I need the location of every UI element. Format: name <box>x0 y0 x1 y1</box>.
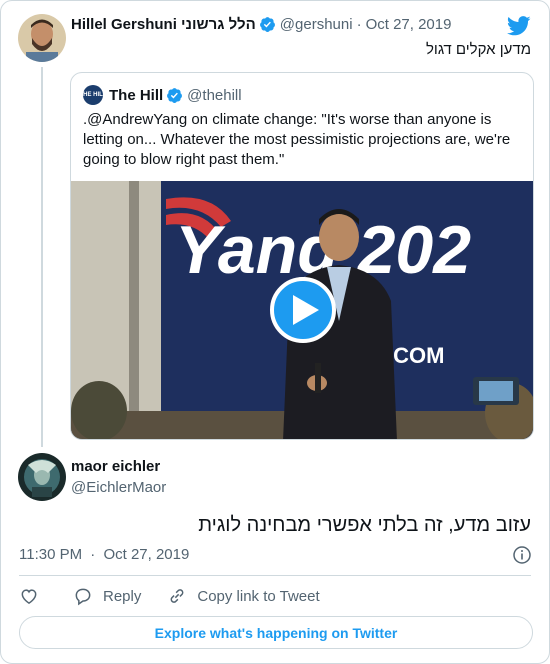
reply-label: Reply <box>103 587 142 605</box>
quoted-tweet[interactable]: THE HILL The Hill @thehill .@AndrewYang … <box>70 72 534 440</box>
avatar[interactable] <box>18 14 66 62</box>
reply-author-handle[interactable]: @EichlerMaor <box>71 479 166 496</box>
quoted-author-handle[interactable]: @thehill <box>187 87 241 104</box>
reply-date[interactable]: Oct 27, 2019 <box>103 546 189 563</box>
author-name[interactable]: Hillel Gershuni הלל גרשוני <box>71 16 256 33</box>
reply-author-name[interactable]: maor eichler <box>71 458 160 475</box>
twitter-bird-icon[interactable] <box>507 16 531 36</box>
video-thumbnail[interactable]: Yang 202 .COM <box>71 181 533 439</box>
play-icon <box>293 295 319 325</box>
reply-time[interactable]: 11:30 PM <box>19 546 82 563</box>
avatar[interactable] <box>18 453 66 501</box>
copy-link-label: Copy link to Tweet <box>197 587 320 605</box>
parent-tweet-text: מדען אקלים דגול <box>425 41 531 58</box>
reply-button[interactable]: Reply <box>73 586 141 606</box>
parent-tweet-header: Hillel Gershuni הלל גרשוני @gershuni · O… <box>71 16 451 33</box>
thread-line <box>41 67 43 447</box>
separator-dot: · <box>356 16 362 33</box>
tweet-date[interactable]: Oct 27, 2019 <box>366 16 452 33</box>
reply-timestamp[interactable]: 11:30 PM · Oct 27, 2019 <box>19 546 189 563</box>
play-button[interactable] <box>270 277 336 343</box>
quoted-tweet-text: .@AndrewYang on climate change: "It's wo… <box>83 111 511 168</box>
explore-button[interactable]: Explore what's happening on Twitter <box>19 616 533 649</box>
link-icon <box>170 589 184 603</box>
heart-icon <box>21 589 37 604</box>
action-bar: Reply Copy link to Tweet <box>19 586 320 606</box>
tweet-embed-card: Hillel Gershuni הלל גרשוני @gershuni · O… <box>0 0 550 664</box>
reply-tweet-text: עזוב מדע, זה בלתי אפשרי מבחינה לוגית <box>198 514 531 536</box>
reply-icon <box>75 588 91 606</box>
copy-link-button[interactable]: Copy link to Tweet <box>167 586 320 606</box>
quoted-avatar[interactable]: THE HILL <box>80 85 107 105</box>
banner-url-text: .COM <box>387 343 444 368</box>
separator-dot: · <box>90 546 96 563</box>
quoted-tweet-header: THE HILL The Hill @thehill <box>80 85 242 105</box>
verified-badge-icon <box>259 16 276 33</box>
author-handle[interactable]: @gershuni <box>280 16 353 33</box>
divider <box>19 575 531 576</box>
verified-badge-icon <box>166 87 183 104</box>
like-button[interactable] <box>19 586 39 606</box>
info-icon[interactable] <box>513 546 531 564</box>
quoted-author-name[interactable]: The Hill <box>109 87 163 104</box>
